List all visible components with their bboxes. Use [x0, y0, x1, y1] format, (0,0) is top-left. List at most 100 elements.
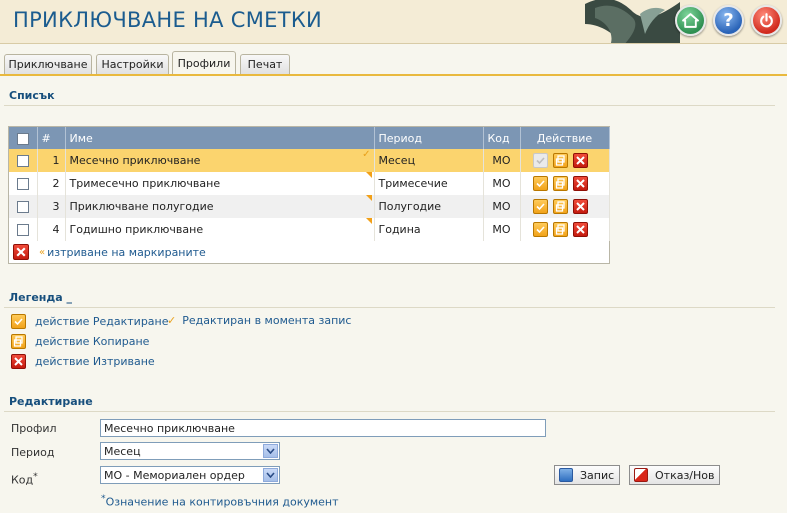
delete-icon	[11, 354, 26, 369]
code-note: *Означение на контировъчния документ	[101, 493, 339, 509]
legend-delete-label: действие Изтриване	[35, 355, 155, 368]
legend-edit-label: действие Редактиране	[35, 315, 169, 328]
cancel-icon	[634, 468, 648, 482]
divider	[4, 105, 775, 106]
copy-icon	[11, 334, 26, 349]
row-number: 2	[37, 172, 66, 195]
arrow-icon: «	[39, 246, 46, 258]
edited-check-icon: ✓	[362, 149, 371, 160]
corner-marker	[365, 172, 372, 178]
home-button[interactable]	[675, 5, 706, 36]
row-checkbox[interactable]	[16, 224, 29, 236]
table-row[interactable]: 3 Приключване полугодие Полугодие МО	[9, 195, 610, 218]
row-period: Тримесечие	[374, 172, 484, 195]
table-row[interactable]: 4 Годишно приключване Година МО	[9, 218, 610, 241]
row-name-text: Месечно приключване	[69, 154, 201, 167]
corner-marker	[365, 218, 372, 224]
page-title: ПРИКЛЮЧВАНЕ НА СМЕТКИ	[13, 8, 323, 32]
row-name: Годишно приключване	[65, 218, 375, 241]
delete-icon[interactable]	[572, 153, 588, 168]
delete-icon[interactable]	[572, 176, 588, 191]
delete-icon[interactable]	[572, 199, 588, 214]
row-name: Месечно приключване ✓	[65, 149, 375, 172]
profiles-table: # Име Период Код Действие 1 Месечно прик…	[8, 126, 610, 264]
delete-marked-icon[interactable]	[13, 244, 29, 260]
row-actions	[520, 149, 610, 172]
legend-edited-label: Редактиран в момента запис	[182, 314, 352, 327]
chevron-down-icon[interactable]	[263, 444, 278, 458]
delete-marked-link[interactable]: изтриване на маркираните	[47, 246, 206, 259]
table-header: # Име Период Код Действие	[9, 127, 610, 149]
col-action: Действие	[520, 127, 610, 149]
row-number: 1	[37, 149, 66, 172]
cancel-label: Отказ/Нов	[655, 468, 715, 482]
period-value: Месец	[104, 444, 141, 458]
legend-delete: действие Изтриване	[11, 354, 155, 369]
legend-edited: ✓ Редактиран в момента запис	[167, 314, 351, 327]
app-header: ПРИКЛЮЧВАНЕ НА СМЕТКИ ?	[0, 0, 787, 44]
table-row[interactable]: 2 Тримесечно приключване Тримесечие МО	[9, 172, 610, 195]
edit-icon[interactable]	[532, 222, 548, 237]
row-actions	[520, 172, 610, 195]
period-select[interactable]: Месец	[100, 442, 280, 460]
copy-icon[interactable]	[552, 222, 568, 237]
row-name-text: Тримесечно приключване	[69, 177, 221, 190]
row-name-text: Приключване полугодие	[69, 200, 214, 213]
row-checkbox[interactable]	[16, 178, 29, 190]
save-label: Запис	[580, 468, 615, 482]
delete-icon[interactable]	[572, 222, 588, 237]
tab-print[interactable]: Печат	[240, 54, 290, 74]
divider	[4, 307, 775, 308]
profile-input[interactable]: Месечно приключване	[100, 419, 546, 437]
note-text: Означение на контировъчния документ	[105, 495, 339, 509]
copy-icon[interactable]	[552, 153, 568, 168]
tab-closing[interactable]: Приключване	[4, 54, 92, 74]
code-label: Код*	[11, 471, 38, 487]
legend-copy: действие Копиране	[11, 334, 149, 349]
save-check-icon	[559, 468, 573, 482]
edited-check-icon: ✓	[167, 314, 177, 327]
code-value: МО - Мемориален ордер	[104, 468, 245, 482]
corner-marker	[365, 195, 372, 201]
row-period: Година	[374, 218, 484, 241]
power-button[interactable]	[751, 5, 782, 36]
edit-icon	[11, 314, 26, 329]
copy-icon[interactable]	[552, 176, 568, 191]
col-code: Код	[483, 127, 521, 149]
tab-underline	[0, 74, 787, 76]
row-actions	[520, 195, 610, 218]
delete-marked-bar[interactable]: « изтриване на маркираните	[13, 244, 206, 260]
tab-profiles[interactable]: Профили	[172, 51, 236, 75]
edit-icon[interactable]	[532, 199, 548, 214]
legend-edit: действие Редактиране	[11, 314, 169, 329]
row-checkbox[interactable]	[16, 201, 29, 213]
table-row[interactable]: 1 Месечно приключване ✓ Месец МО	[9, 149, 610, 172]
row-period: Месец	[374, 149, 484, 172]
row-name-text: Годишно приключване	[69, 223, 204, 236]
tab-settings[interactable]: Настройки	[96, 54, 169, 74]
row-code: МО	[483, 218, 521, 241]
chevron-down-icon[interactable]	[263, 468, 278, 482]
select-all-header	[9, 127, 38, 149]
row-checkbox[interactable]	[16, 155, 29, 167]
edit-icon	[532, 153, 548, 168]
copy-icon[interactable]	[552, 199, 568, 214]
profile-label: Профил	[11, 422, 57, 435]
edit-icon[interactable]	[532, 176, 548, 191]
power-icon	[760, 13, 773, 28]
list-section-title: Списък	[9, 89, 55, 102]
required-marker: *	[33, 471, 38, 482]
code-label-text: Код	[11, 473, 34, 487]
bird-logo	[585, 0, 680, 43]
divider	[4, 411, 775, 412]
main-panel: Приключване Настройки Профили Печат Спис…	[0, 44, 787, 513]
edit-section-title: Редактиране	[9, 395, 93, 408]
row-number: 4	[37, 218, 66, 241]
cancel-new-button[interactable]: Отказ/Нов	[629, 465, 720, 485]
select-all-checkbox[interactable]	[16, 132, 29, 145]
help-button[interactable]: ?	[713, 5, 744, 36]
save-button[interactable]: Запис	[554, 465, 620, 485]
row-number: 3	[37, 195, 66, 218]
row-name: Тримесечно приключване	[65, 172, 375, 195]
code-select[interactable]: МО - Мемориален ордер	[100, 466, 280, 484]
